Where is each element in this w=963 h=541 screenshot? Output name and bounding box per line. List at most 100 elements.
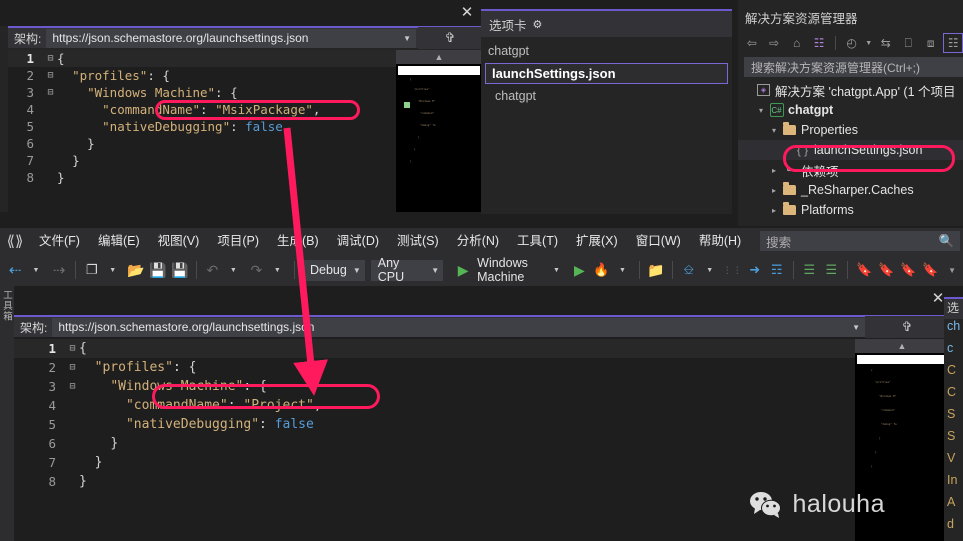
code-line[interactable]: 1 ⊟{: [8, 50, 396, 67]
forward-icon[interactable]: ⇨: [764, 33, 783, 53]
chevron-down-icon[interactable]: ▼: [864, 33, 873, 53]
code-line[interactable]: 7 }: [8, 152, 396, 169]
menu-item[interactable]: 分析(N): [448, 228, 508, 254]
scroll-up-icon[interactable]: ▲: [855, 339, 949, 353]
menu-item[interactable]: 生成(B): [268, 228, 328, 254]
menu-item[interactable]: 工具(T): [508, 228, 567, 254]
minimap-thumb[interactable]: [398, 66, 480, 75]
play-icon[interactable]: ▶: [458, 262, 469, 279]
tree-node[interactable]: ▾ C# chatgpt: [738, 100, 963, 120]
lower-schema-combo[interactable]: https://json.schemastore.org/launchsetti…: [52, 317, 865, 337]
code-line[interactable]: 5 "nativeDebugging": false: [14, 415, 855, 434]
menu-item[interactable]: 测试(S): [388, 228, 448, 254]
menu-item[interactable]: 扩展(X): [567, 228, 627, 254]
code-line[interactable]: 6 }: [14, 434, 855, 453]
bookmark-prev-icon[interactable]: 🔖: [875, 258, 897, 282]
upper-schema-combo[interactable]: https://json.schemastore.org/launchsetti…: [46, 28, 416, 48]
tree-expander-icon[interactable]: ▾: [767, 126, 781, 135]
tabs-panel-item[interactable]: launchSettings.json: [485, 63, 728, 84]
code-line[interactable]: 1 ⊟{: [14, 339, 855, 358]
tree-node[interactable]: ▸ _ReSharper.Caches: [738, 180, 963, 200]
bookmark-icon[interactable]: 🔖: [853, 258, 875, 282]
indent-icon[interactable]: ☰: [798, 258, 820, 282]
tree-node[interactable]: ◈ 解决方案 'chatgpt.App' (1 个项目: [738, 80, 963, 100]
configuration-dropdown[interactable]: Debug ▼: [302, 259, 365, 281]
home-icon[interactable]: ⌂: [787, 33, 806, 53]
undo-dropdown-chevron-icon[interactable]: ▼: [230, 267, 237, 274]
right-panel-row[interactable]: ch: [944, 319, 963, 341]
right-panel-row[interactable]: A: [944, 495, 963, 517]
menu-item[interactable]: 文件(F): [30, 228, 89, 254]
menu-item[interactable]: 调试(D): [328, 228, 388, 254]
start-target-label[interactable]: Windows Machine: [474, 256, 546, 284]
save-icon[interactable]: 💾: [147, 258, 169, 282]
window-layout-icon[interactable]: ⎒: [678, 258, 700, 282]
tree-node[interactable]: ▾ Properties: [738, 120, 963, 140]
new-item-icon[interactable]: ❐: [81, 258, 103, 282]
right-panel-row[interactable]: c: [944, 341, 963, 363]
outdent-icon[interactable]: ☰: [820, 258, 842, 282]
undo-icon[interactable]: ↶: [201, 258, 223, 282]
redo-icon[interactable]: ↷: [245, 258, 267, 282]
menu-item[interactable]: 帮助(H): [690, 228, 750, 254]
right-panel-row[interactable]: C: [944, 363, 963, 385]
tree-expander-icon[interactable]: ▸: [767, 166, 781, 175]
minimap-thumb[interactable]: [857, 355, 947, 364]
navigate-back-icon[interactable]: ⇠: [4, 258, 26, 282]
tabs-panel-item[interactable]: chatgpt: [481, 41, 732, 61]
toolbar-overflow-icon[interactable]: ▼: [941, 258, 963, 282]
menu-item[interactable]: 窗口(W): [627, 228, 690, 254]
platform-dropdown[interactable]: Any CPU ▼: [370, 256, 444, 284]
fold-toggle-icon[interactable]: ⊟: [44, 70, 57, 81]
fold-toggle-icon[interactable]: ⊟: [44, 87, 57, 98]
select-element-icon[interactable]: ➜: [744, 258, 766, 282]
scroll-up-icon[interactable]: ▲: [396, 50, 482, 64]
back-icon[interactable]: ⇦: [742, 33, 761, 53]
toolbox-strip[interactable]: 工具箱: [0, 286, 14, 541]
back-dropdown-chevron-icon[interactable]: ▼: [33, 267, 40, 274]
code-line[interactable]: 8}: [14, 472, 855, 491]
fold-toggle-icon[interactable]: ⊟: [66, 381, 79, 392]
upper-code-area[interactable]: 1 ⊟{2 ⊟ "profiles": {3 ⊟ "Windows Machine":…: [8, 50, 396, 212]
gear-icon[interactable]: ⚙: [533, 18, 543, 31]
document-outline-icon[interactable]: ☶: [766, 258, 788, 282]
code-line[interactable]: 4 "commandName": "Project",: [14, 396, 855, 415]
right-panel-row[interactable]: In: [944, 473, 963, 495]
menu-item[interactable]: 视图(V): [149, 228, 209, 254]
hot-reload-icon[interactable]: 🔥: [590, 258, 612, 282]
tree-expander-icon[interactable]: ▸: [767, 186, 781, 195]
collapse-all-icon[interactable]: ⎕: [899, 33, 918, 53]
right-panel-row[interactable]: d: [944, 517, 963, 539]
start-target-chevron-icon[interactable]: ▼: [553, 267, 560, 274]
right-panel-row[interactable]: V: [944, 451, 963, 473]
upper-minimap-column[interactable]: ▲ { "profiles" "Windows M" "command" "de…: [396, 50, 482, 212]
fold-toggle-icon[interactable]: ⊟: [66, 343, 79, 354]
tree-node[interactable]: ▸ Platforms: [738, 200, 963, 220]
fold-toggle-icon[interactable]: ⊟: [66, 362, 79, 373]
new-item-dropdown-chevron-icon[interactable]: ▼: [109, 267, 116, 274]
navigate-forward-icon[interactable]: ⇢: [48, 258, 70, 282]
bookmark-clear-icon[interactable]: 🔖: [919, 258, 941, 282]
code-line[interactable]: 3 ⊟ "Windows Machine": {: [14, 377, 855, 396]
code-line[interactable]: 2 ⊟ "profiles": {: [14, 358, 855, 377]
global-search-input[interactable]: 搜索 🔍: [760, 231, 961, 251]
properties-window-icon[interactable]: ⧈: [921, 33, 940, 53]
menu-item[interactable]: 项目(P): [208, 228, 268, 254]
bookmark-next-icon[interactable]: 🔖: [897, 258, 919, 282]
fold-toggle-icon[interactable]: ⊟: [44, 53, 57, 64]
code-line[interactable]: 6 }: [8, 135, 396, 152]
code-line[interactable]: 7 }: [14, 453, 855, 472]
right-panel-row[interactable]: C: [944, 385, 963, 407]
code-line[interactable]: 2 ⊟ "profiles": {: [8, 67, 396, 84]
show-all-files-icon[interactable]: ☷: [943, 33, 963, 53]
split-view-icon[interactable]: ✞: [418, 27, 482, 49]
folder-search-icon[interactable]: 📁: [645, 258, 667, 282]
redo-dropdown-chevron-icon[interactable]: ▼: [274, 267, 281, 274]
tree-expander-icon[interactable]: ▾: [754, 106, 768, 115]
lower-code-area[interactable]: 1 ⊟{2 ⊟ "profiles": {3 ⊟ "Windows Machine":…: [14, 339, 855, 541]
code-line[interactable]: 3 ⊟ "Windows Machine": {: [8, 84, 396, 101]
save-all-icon[interactable]: 💾: [169, 258, 191, 282]
sync-with-active-document-icon[interactable]: ☷: [809, 33, 828, 53]
right-panel-row[interactable]: S: [944, 407, 963, 429]
menu-item[interactable]: 编辑(E): [89, 228, 149, 254]
